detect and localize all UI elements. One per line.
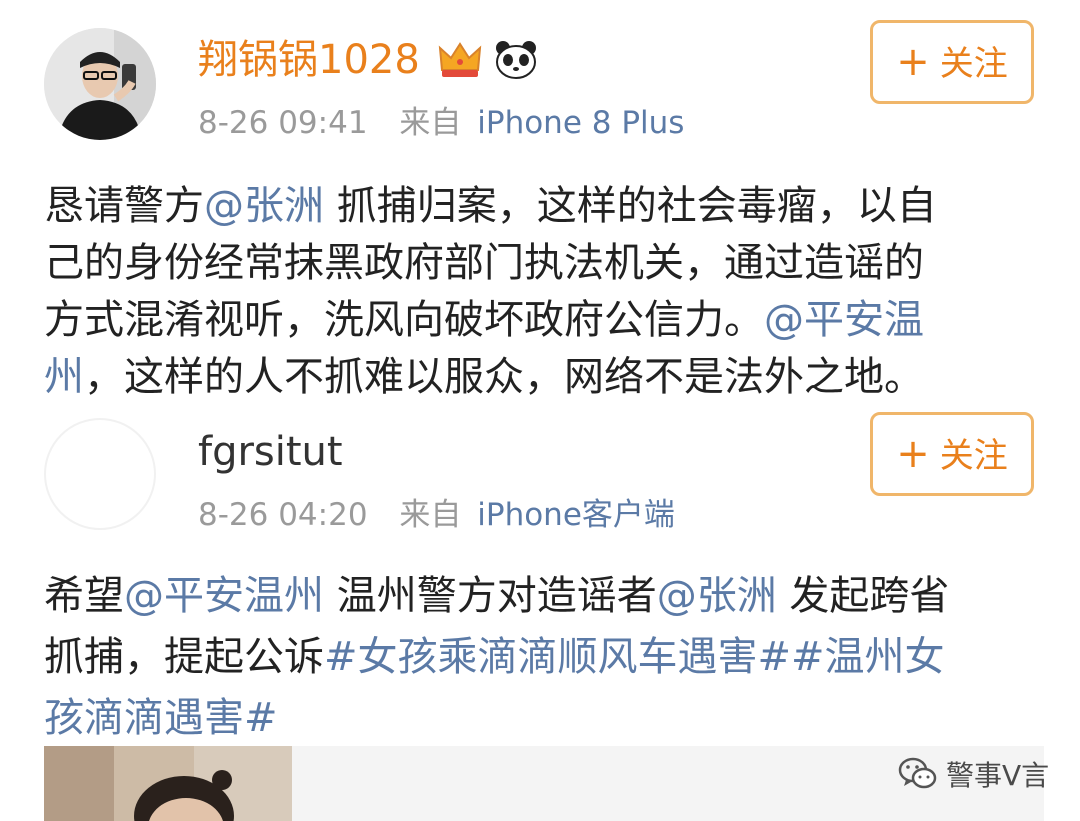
comment-line: 恳请警方@张洲 抓捕归案，这样的社会毒瘤，以自 [44, 178, 1044, 235]
comment-text: 希望@平安温州 温州警方对造谣者@张洲 发起跨省 抓捕，提起公诉#女孩乘滴滴顺风车… [44, 566, 1044, 749]
comment-text-segment: 恳请警方 [44, 183, 204, 229]
mention-link[interactable]: @张洲 [657, 573, 777, 619]
username[interactable]: fgrsitut [198, 428, 343, 476]
comment-text-segment: 希望 [44, 573, 124, 619]
device-source: iPhone客户端 [477, 497, 675, 533]
watermark-label: 警事V言 [946, 759, 1050, 792]
hashtag-link[interactable]: #女孩乘滴滴顺风车遇害##温州女 [324, 634, 945, 680]
comment-text-segment: 抓捕，提起公诉 [44, 634, 324, 680]
user-avatar[interactable] [44, 418, 156, 530]
attached-photo[interactable] [44, 746, 292, 821]
mention-link[interactable]: @张洲 [204, 183, 324, 229]
mention-link[interactable]: 州 [44, 354, 84, 400]
comment-text: 恳请警方@张洲 抓捕归案，这样的社会毒瘤，以自己的身份经常抹黑政府部门执法机关，… [44, 178, 1044, 406]
comment-line: 抓捕，提起公诉#女孩乘滴滴顺风车遇害##温州女 [44, 627, 1044, 688]
watermark: 警事V言 [898, 752, 1049, 796]
avatar-photo-icon [44, 28, 156, 140]
hashtag-link[interactable]: 孩滴滴遇害# [44, 695, 278, 741]
follow-button[interactable]: + 关注 [870, 412, 1034, 496]
follow-label: 关注 [939, 436, 1008, 476]
post-time: 8-26 09:41 [198, 105, 368, 141]
device-source: iPhone 8 Plus [477, 105, 685, 141]
post-time: 8-26 04:20 [198, 497, 368, 533]
comment-text-segment: 抓捕归案，这样的社会毒瘤，以自 [324, 183, 937, 229]
comment-line: 希望@平安温州 温州警方对造谣者@张洲 发起跨省 [44, 566, 1044, 627]
wechat-icon [898, 757, 937, 789]
plus-icon: + [896, 431, 930, 477]
comment-line: 己的身份经常抹黑政府部门执法机关，通过造谣的 [44, 235, 1044, 292]
panda-icon [494, 40, 538, 80]
photo-thumbnail-icon [44, 746, 292, 821]
source-label: 来自 [399, 105, 462, 141]
plus-icon: + [896, 39, 930, 85]
comment-text-segment: 己的身份经常抹黑政府部门执法机关，通过造谣的 [44, 240, 924, 286]
comment-text-segment: 方式混淆视听，洗风向破坏政府公信力。 [44, 297, 764, 343]
weibo-comments-screenshot: 翔锅锅1028 8-26 09:41 来自 iPhone 8 Plus + 关注… [0, 0, 1080, 821]
follow-label: 关注 [939, 44, 1008, 84]
comment-text-segment: 温州警方对造谣者 [324, 573, 657, 619]
username[interactable]: 翔锅锅1028 [198, 36, 420, 84]
mention-link[interactable]: @平安温 [764, 297, 924, 343]
post-meta: 8-26 04:20 来自 iPhone客户端 [198, 496, 675, 534]
comment-line: 孩滴滴遇害# [44, 688, 1044, 749]
mention-link[interactable]: @平安温州 [124, 573, 324, 619]
crown-icon [438, 40, 482, 80]
source-label: 来自 [399, 497, 462, 533]
comment-line: 方式混淆视听，洗风向破坏政府公信力。@平安温 [44, 292, 1044, 349]
post-meta: 8-26 09:41 来自 iPhone 8 Plus [198, 104, 684, 142]
user-avatar[interactable] [44, 28, 156, 140]
follow-button[interactable]: + 关注 [870, 20, 1034, 104]
comment-text-segment: ，这样的人不抓难以服众，网络不是法外之地。 [84, 354, 924, 400]
comment-line: 州，这样的人不抓难以服众，网络不是法外之地。 [44, 349, 1044, 406]
comment-text-segment: 发起跨省 [776, 573, 950, 619]
